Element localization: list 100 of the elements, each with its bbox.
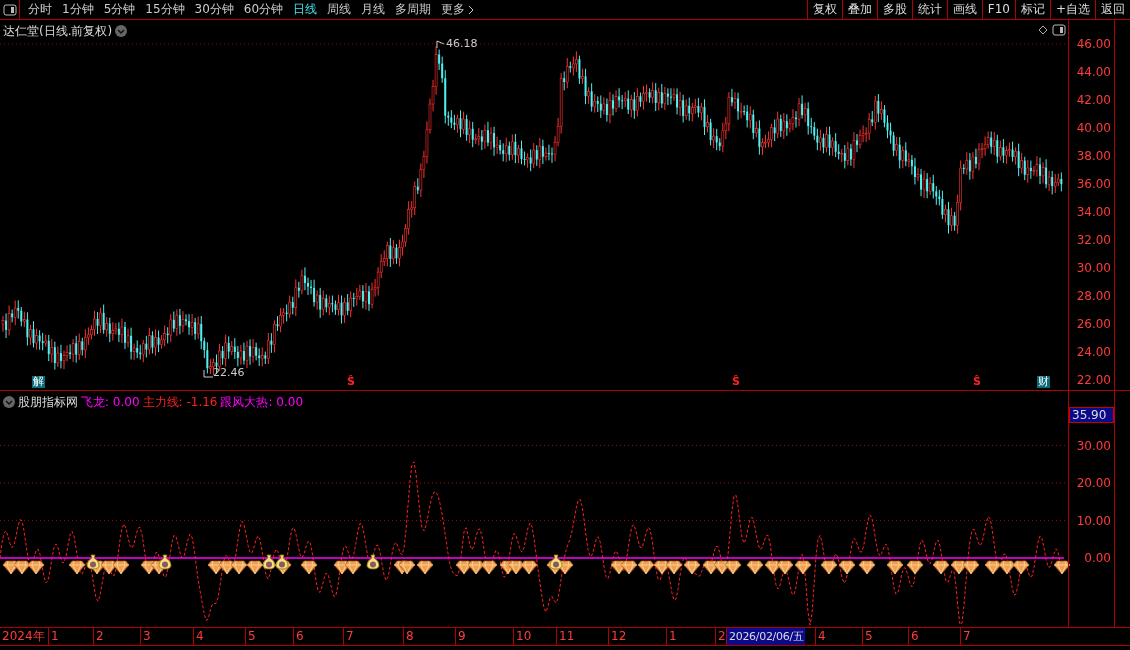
money-bag-icon [549,554,563,570]
diamond-icon [480,560,498,575]
month-label: 4 [193,628,204,645]
diamond-icon [776,560,794,575]
month-label: 11 [556,628,575,645]
month-label: 8 [403,628,414,645]
month-label: 7 [960,628,971,645]
event-marker: Ŝ [732,376,740,388]
period-tab[interactable]: 15分钟 [140,0,190,19]
diamond-icon [1053,560,1071,575]
axis-label: 0.00 [1084,552,1111,564]
diamond-icon [746,560,764,575]
chevron-right-icon [468,4,475,15]
toolbar-button[interactable]: 返回 [1095,0,1130,19]
diamond-icon [683,560,701,575]
diamond-icon [112,560,130,575]
toolbar-button[interactable]: +自选 [1049,0,1095,19]
period-tab[interactable]: 日线 [288,0,323,19]
toolbar-button[interactable]: 统计 [911,0,947,19]
diamond-icon [620,560,638,575]
diamond-icon [637,560,655,575]
month-label: 6 [908,628,919,645]
period-tab[interactable]: 5分钟 [98,0,141,19]
price-label: 22.46 [213,365,245,381]
period-tab[interactable]: 30分钟 [189,0,239,19]
toolbar-button[interactable]: 复权 [806,0,842,19]
axis-label: 34.00 [1076,206,1111,218]
month-label: 7 [343,628,354,645]
axis-label: 46.00 [1076,38,1111,50]
diamond-icon [230,560,248,575]
toolbar-button[interactable]: 叠加 [841,0,877,19]
diamond-icon [300,560,318,575]
month-label: 9 [455,628,466,645]
axis-label: 20.00 [1076,477,1111,489]
diamond-icon [13,560,31,575]
toolbar-button[interactable]: 标记 [1014,0,1050,19]
month-label: 4 [815,628,826,645]
diamond-icon[interactable] [1038,25,1048,35]
diamond-icon [398,560,416,575]
diamond-icon [507,560,525,575]
diamond-icon [932,560,950,575]
event-marker: 解 [32,376,45,388]
diamond-icon [838,560,856,575]
axis-label: 44.00 [1076,66,1111,78]
diamond-icon [246,560,264,575]
event-marker: 财 [1037,376,1050,388]
money-bag-icon [262,554,276,570]
toolbar-button[interactable]: 多股 [876,0,912,19]
money-bag-icon [275,554,289,570]
month-label: 1 [666,628,677,645]
axis-label: 32.00 [1076,234,1111,246]
chevron-down-icon[interactable] [115,25,128,37]
axis-label: 24.00 [1076,346,1111,358]
period-tab[interactable]: 1分钟 [57,0,99,19]
axis-label: 30.00 [1076,262,1111,274]
panel-toggle-icon[interactable] [1052,24,1066,36]
indicator-value: 跟风大热: 0.00 [220,394,304,411]
month-label: 10 [513,628,532,645]
chevron-down-icon[interactable] [3,396,15,408]
diamond-icon [467,560,485,575]
axis-label: 22.00 [1076,374,1111,386]
month-label: 12 [608,628,627,645]
month-label: 2 [715,628,726,645]
toolbar-button[interactable]: F10 [981,0,1015,19]
event-marker: Ŝ [347,376,355,388]
diamond-icon [794,560,812,575]
month-label: 2 [93,628,104,645]
money-bag-icon [366,554,380,570]
month-label: 5 [862,628,873,645]
diamond-icon [27,560,45,575]
diamond-icon [520,560,538,575]
panel-toggle-icon[interactable] [2,4,17,16]
diamond-icon [665,560,683,575]
cursor-date: 2026/02/06/五 [726,628,805,645]
period-tab[interactable]: 多周期 [390,0,437,19]
diamond-icon [858,560,876,575]
axis-label: 42.00 [1076,94,1111,106]
diamond-icon [886,560,904,575]
diamond-icon [724,560,742,575]
diamond-icon [906,560,924,575]
diamond-icon [344,560,362,575]
axis-label: 40.00 [1076,122,1111,134]
period-tab[interactable]: 60分钟 [238,0,289,19]
diamond-icon [998,560,1016,575]
period-tab[interactable]: 分时 [23,0,57,19]
event-marker: Ŝ [973,376,981,388]
axis-label: 10.00 [1076,514,1111,527]
diamond-icon [1012,560,1030,575]
axis-label: 36.00 [1076,178,1111,190]
price-label: 46.18 [446,36,478,52]
period-tab[interactable]: 月线 [356,0,391,19]
period-tab[interactable]: 周线 [322,0,357,19]
crosshair-value: 35.90 [1069,407,1114,423]
month-label: 5 [245,628,256,645]
month-label: 6 [293,628,304,645]
more-button[interactable]: 更多 [436,0,480,19]
diamond-icon [416,560,434,575]
money-bag-icon [86,554,100,570]
axis-label: 28.00 [1076,290,1111,302]
toolbar-button[interactable]: 画线 [946,0,982,19]
